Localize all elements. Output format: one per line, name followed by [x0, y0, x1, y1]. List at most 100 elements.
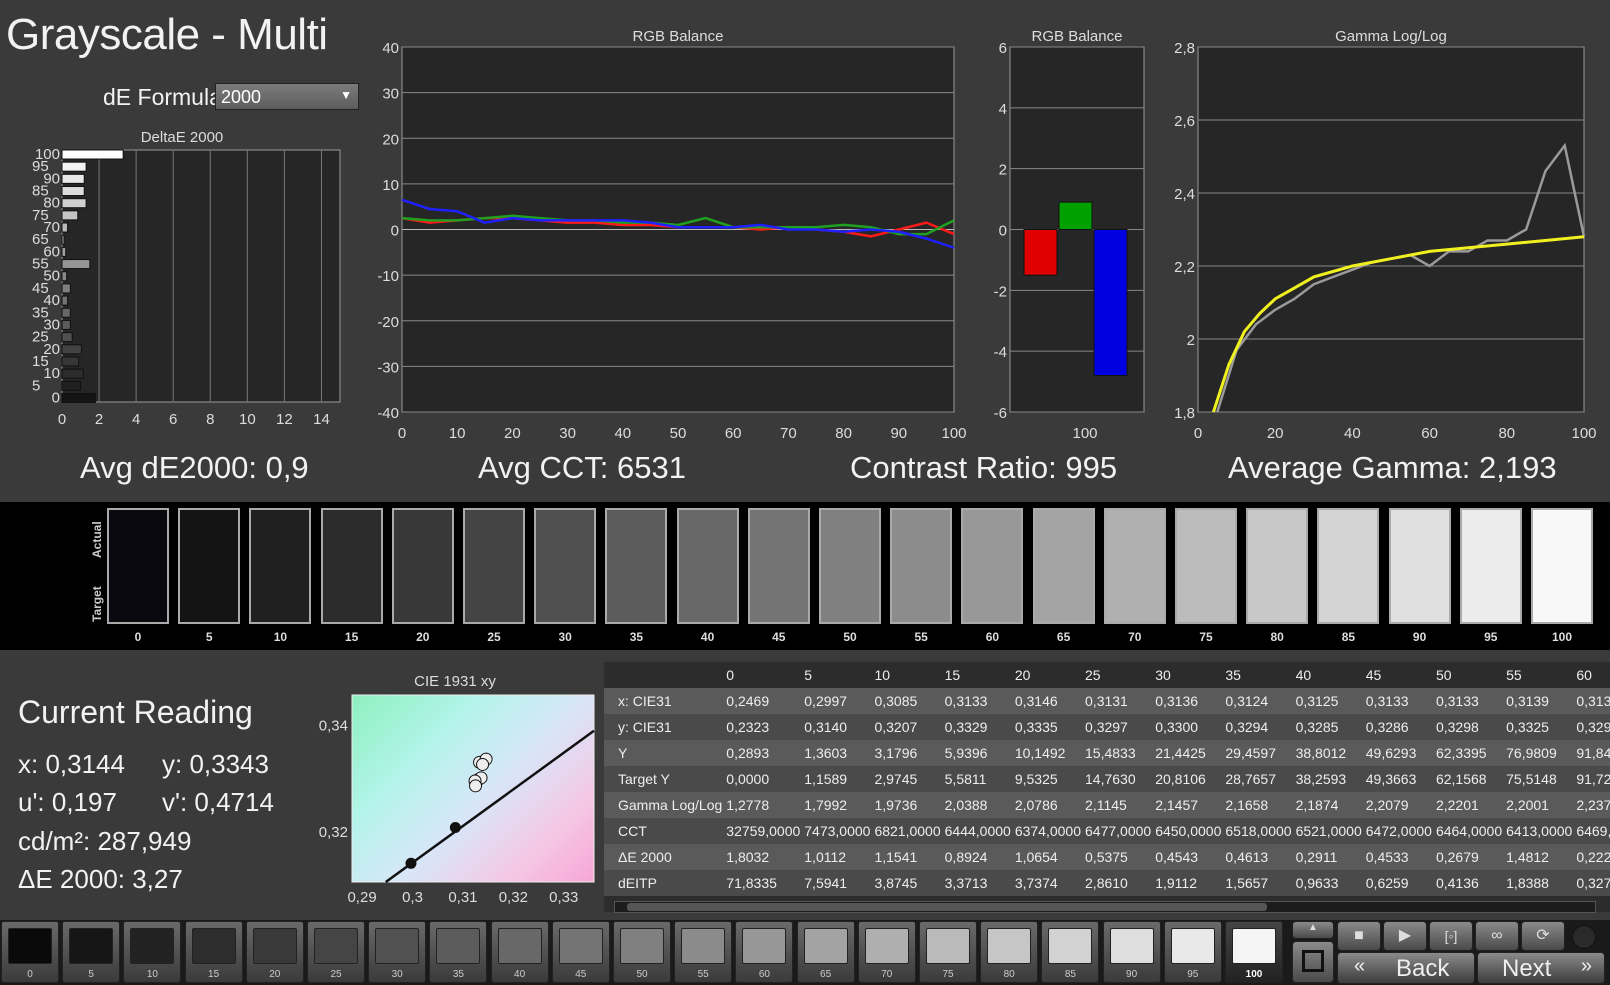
deltae-y-tick: 0: [52, 389, 60, 406]
patch-button-45[interactable]: 45: [551, 921, 610, 983]
table-column-header: 40: [1295, 667, 1312, 683]
measure-button[interactable]: [◦]: [1429, 921, 1473, 951]
cie-point: [469, 779, 483, 793]
gamma-y-tick: 2,6: [1174, 113, 1195, 130]
table-cell: 2,1658: [1223, 792, 1294, 818]
deltae-bar: [61, 222, 69, 233]
patch-label: 70: [881, 969, 893, 980]
rgb-line-x-tick: 40: [614, 425, 631, 442]
grayscale-swatch: [1531, 508, 1593, 624]
rgb-bar-y-tick: 0: [999, 223, 1007, 240]
patch-button-0[interactable]: 0: [1, 921, 59, 983]
cie-x-tick: 0,29: [347, 889, 376, 906]
table-row-label: x: CIE31: [604, 688, 725, 714]
cie-point: [405, 857, 417, 869]
table-row[interactable]: Y 0,2893 1,3603 3,1796 5,9396 10,1492 15,4833 2…: [604, 740, 1610, 766]
gamma-x-tick: 60: [1421, 425, 1438, 442]
rgb-bar-title: RGB Balance: [1032, 28, 1123, 45]
table-cell: 0,3133: [942, 688, 1013, 714]
grayscale-swatch: [890, 508, 953, 624]
patch-button-95[interactable]: 95: [1163, 921, 1222, 983]
table-cell: 0,2223: [1574, 844, 1610, 870]
patch-chip: [1170, 928, 1215, 964]
contrast-ratio-stat: Contrast Ratio: 995: [850, 450, 1118, 485]
table-cell: 1,0654: [1012, 844, 1084, 870]
refresh-button[interactable]: ⟳: [1521, 921, 1565, 951]
de-formula-select[interactable]: 2000 ▼: [215, 83, 359, 110]
patch-chip: [252, 928, 297, 964]
reading-delta-e: ΔE 2000: 3,27: [18, 864, 183, 894]
table-cell: 0,3133: [1433, 688, 1505, 714]
table-cell: 2,2001: [1504, 792, 1575, 818]
back-button[interactable]: « Back: [1337, 952, 1475, 984]
patch-button-65[interactable]: 65: [796, 921, 855, 983]
patch-button-40[interactable]: 40: [490, 921, 549, 983]
patch-button-25[interactable]: 25: [307, 921, 365, 983]
table-cell: 0,3325: [1504, 714, 1575, 740]
table-cell: 0,3277: [1574, 870, 1610, 896]
patch-button-60[interactable]: 60: [735, 921, 794, 983]
gamma-x-tick: 100: [1571, 425, 1596, 442]
patch-button-70[interactable]: 70: [857, 921, 916, 983]
patch-label: 15: [208, 969, 220, 980]
status-indicator: [1572, 925, 1596, 949]
patch-button-80[interactable]: 80: [980, 921, 1039, 983]
stop-square-button[interactable]: [1292, 941, 1334, 983]
table-row[interactable]: CCT 32759,0000 7473,0000 6821,0000 6444,0000…: [604, 818, 1610, 844]
gamma-y-tick: 2,2: [1174, 259, 1195, 276]
table-cell: 0,4613: [1223, 844, 1294, 870]
patch-button-10[interactable]: 10: [123, 921, 182, 983]
table-cell: 0,3136: [1153, 688, 1224, 714]
play-button[interactable]: ▶: [1383, 921, 1427, 951]
patch-button-15[interactable]: 15: [184, 921, 243, 983]
patch-button-5[interactable]: 5: [62, 921, 121, 983]
table-scrollbar[interactable]: [614, 901, 1596, 913]
table-cell: 6521,0000: [1293, 818, 1364, 844]
grayscale-swatch: [178, 508, 241, 624]
swatch-label: 75: [1199, 630, 1213, 644]
deltae-bar: [61, 332, 73, 343]
stop-button[interactable]: ■: [1337, 921, 1381, 951]
patch-button-55[interactable]: 55: [674, 921, 733, 983]
scrollbar-thumb[interactable]: [627, 903, 1267, 911]
table-cell: 2,9745: [872, 766, 943, 792]
rgb-line-x-tick: 10: [449, 425, 466, 442]
table-cell: 1,0112: [802, 844, 873, 870]
table-row[interactable]: Target Y 0,0000 1,1589 2,9745 5,5811 9,5325 14…: [604, 766, 1610, 792]
table-row[interactable]: x: CIE31 0,2469 0,2997 0,3085 0,3133 0,3146 0,…: [604, 688, 1610, 714]
patch-button-30[interactable]: 30: [368, 921, 427, 983]
table-row[interactable]: Gamma Log/Log 1,2778 1,7992 1,9736 2,0388 2,0…: [604, 792, 1610, 818]
table-row[interactable]: ΔE 2000 1,8032 1,0112 1,1541 0,8924 1,0654 0,5…: [604, 844, 1610, 870]
table-cell: 38,2593: [1293, 766, 1364, 792]
patch-label: 10: [146, 969, 158, 980]
patch-button-50[interactable]: 50: [613, 921, 671, 983]
table-cell: 2,1145: [1083, 792, 1154, 818]
patch-chip: [803, 928, 848, 964]
patch-label: 75: [942, 969, 954, 980]
table-cell: 6444,0000: [942, 818, 1013, 844]
patch-button-35[interactable]: 35: [429, 921, 488, 983]
table-cell: 1,8388: [1504, 870, 1575, 896]
rgb-line-x-tick: 60: [725, 425, 742, 442]
table-row[interactable]: y: CIE31 0,2323 0,3140 0,3207 0,3329 0,3335 0,…: [604, 714, 1610, 740]
table-cell: 1,4812: [1504, 844, 1575, 870]
table-row[interactable]: dEITP 71,8335 7,5941 3,8745 3,3713 3,7374 2,86…: [604, 870, 1610, 896]
patch-button-85[interactable]: 85: [1041, 921, 1100, 983]
continuous-button[interactable]: ∞: [1475, 921, 1519, 951]
toggle-up-button[interactable]: ▲: [1292, 921, 1334, 939]
swatch-label: 90: [1412, 630, 1427, 644]
table-row-label: ΔE 2000: [604, 844, 725, 870]
patch-button-20[interactable]: 20: [245, 921, 304, 983]
table-column-header: 10: [874, 667, 891, 683]
next-button[interactable]: Next »: [1477, 952, 1605, 984]
patch-button-90[interactable]: 90: [1102, 921, 1161, 983]
table-cell: 0,4136: [1433, 870, 1505, 896]
patch-button-75[interactable]: 75: [919, 921, 977, 983]
table-cell: 0,3140: [802, 714, 873, 740]
rgb-line-y-tick: -40: [377, 405, 399, 422]
rgb-line-x-tick: 90: [890, 425, 907, 442]
rgb-line-x-tick: 80: [835, 425, 852, 442]
stop-icon: [1302, 950, 1324, 972]
table-cell: 1,3603: [802, 740, 873, 766]
patch-button-100[interactable]: 100: [1225, 921, 1283, 983]
